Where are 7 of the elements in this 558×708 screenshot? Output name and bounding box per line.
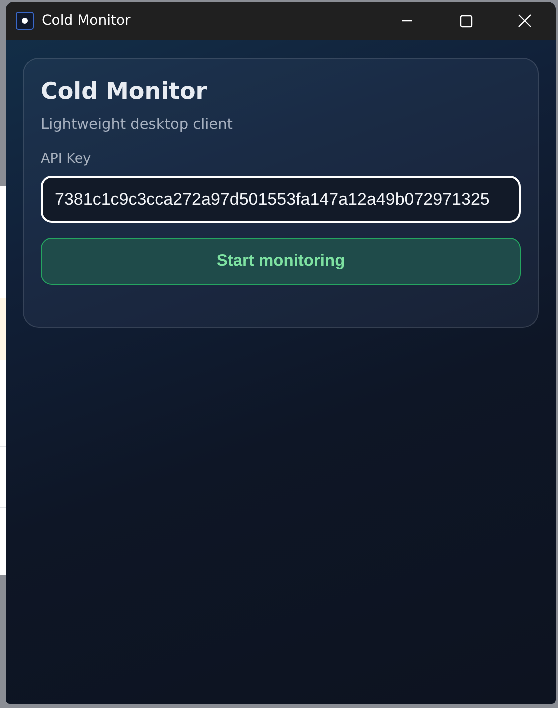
window-title: Cold Monitor (42, 13, 131, 29)
app-icon (16, 12, 34, 30)
api-key-field[interactable]: 7381c1c9c3cca272a97d501553fa147a12a49b072971325 (41, 176, 521, 223)
card-subtitle: Lightweight desktop client (41, 117, 234, 133)
start-button[interactable]: Start monitoring (41, 238, 521, 285)
field-label: API Key (41, 151, 92, 167)
card-title: Cold Monitor (41, 78, 208, 107)
